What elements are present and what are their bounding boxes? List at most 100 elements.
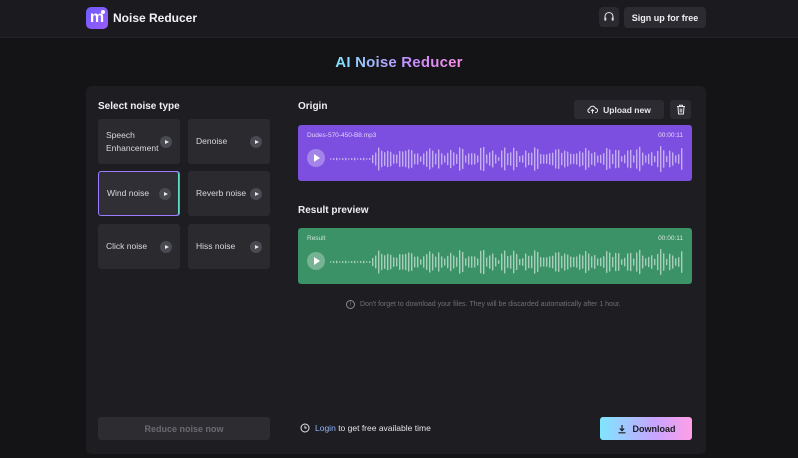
noise-type-speech-enhancement[interactable]: Speech Enhancement: [98, 119, 180, 164]
waveform-bar: [657, 253, 659, 271]
waveform-bar: [654, 258, 656, 266]
delete-button[interactable]: [670, 100, 691, 119]
waveform-bar: [351, 260, 353, 264]
origin-play-button[interactable]: [307, 149, 325, 167]
waveform-bar: [525, 253, 527, 271]
waveform-bar: [534, 250, 536, 274]
play-preview-icon[interactable]: [159, 187, 171, 200]
waveform-bar: [411, 253, 413, 271]
waveform-bar: [576, 256, 578, 268]
waveform-bar: [474, 256, 476, 268]
waveform-bar: [381, 150, 383, 168]
waveform-bar: [402, 254, 404, 270]
result-waveform[interactable]: [330, 248, 684, 276]
reduce-noise-button[interactable]: Reduce noise now: [98, 417, 270, 440]
waveform-bar: [561, 255, 563, 269]
result-audio-player[interactable]: Result 00:00:11: [298, 228, 692, 284]
waveform-bar: [498, 157, 500, 161]
waveform-bar: [675, 155, 677, 163]
waveform-bar: [471, 256, 473, 268]
waveform-bar: [426, 150, 428, 168]
download-button[interactable]: Download: [600, 417, 692, 440]
waveform-bar: [462, 251, 464, 273]
waveform-bar: [342, 157, 344, 161]
waveform-bar: [522, 258, 524, 266]
origin-duration: 00:00:11: [658, 132, 683, 139]
waveform-bar: [342, 260, 344, 264]
origin-audio-player[interactable]: Dudes-570-450-B8.mp3 00:00:11: [298, 125, 692, 181]
waveform-bar: [495, 154, 497, 164]
play-preview-icon[interactable]: [160, 135, 172, 148]
origin-waveform[interactable]: [330, 145, 684, 173]
waveform-bar: [465, 258, 467, 266]
waveform-bar: [615, 149, 617, 169]
noise-type-hiss-noise[interactable]: Hiss noise: [188, 224, 270, 269]
upload-new-label: Upload new: [603, 104, 651, 115]
waveform-bar: [477, 258, 479, 266]
clock-icon: [300, 423, 310, 433]
play-preview-icon[interactable]: [250, 240, 262, 253]
download-icon: [618, 424, 625, 433]
waveform-bar: [420, 259, 422, 265]
waveform-bar: [390, 151, 392, 167]
waveform-bar: [492, 150, 494, 168]
waveform-bar: [414, 153, 416, 165]
noise-type-wind-noise[interactable]: Wind noise: [98, 171, 180, 216]
waveform-bar: [609, 252, 611, 272]
upload-new-button[interactable]: Upload new: [574, 100, 664, 119]
waveform-bar: [537, 251, 539, 273]
waveform-bar: [543, 257, 545, 267]
app-title[interactable]: Noise Reducer: [113, 11, 197, 25]
waveform-bar: [624, 154, 626, 164]
waveform-bar: [378, 147, 380, 171]
waveform-bar: [534, 147, 536, 171]
waveform-bar: [456, 154, 458, 164]
waveform-bar: [429, 251, 431, 273]
waveform-bar: [660, 249, 662, 275]
noise-type-reverb-noise[interactable]: Reverb noise: [188, 171, 270, 216]
noise-type-denoise[interactable]: Denoise: [188, 119, 270, 164]
waveform-bar: [681, 148, 683, 170]
waveform-bar: [594, 254, 596, 270]
waveform-bar: [528, 152, 530, 166]
waveform-bar: [363, 157, 365, 161]
waveform-bar: [384, 255, 386, 269]
waveform-bar: [588, 150, 590, 168]
waveform-bar: [621, 156, 623, 162]
play-preview-icon[interactable]: [160, 240, 172, 253]
noise-type-label: Denoise: [196, 136, 228, 146]
headset-support-button[interactable]: [599, 7, 619, 27]
waveform-bar: [555, 252, 557, 272]
waveform-bar: [369, 260, 371, 264]
waveform-bar: [450, 252, 452, 272]
waveform-bar: [333, 157, 335, 161]
download-notice: ! Don't forget to download your files. T…: [346, 300, 621, 309]
login-link[interactable]: Login: [315, 423, 336, 433]
play-preview-icon[interactable]: [250, 187, 262, 200]
waveform-bar: [558, 149, 560, 169]
waveform-bar: [330, 158, 332, 160]
waveform-bar: [585, 250, 587, 274]
waveform-bar: [348, 261, 350, 263]
play-preview-icon[interactable]: [250, 135, 262, 148]
waveform-bar: [540, 154, 542, 164]
signup-button[interactable]: Sign up for free: [624, 7, 706, 28]
waveform-bar: [522, 155, 524, 163]
info-icon: !: [346, 300, 355, 309]
waveform-bar: [651, 152, 653, 166]
waveform-bar: [573, 153, 575, 165]
noise-type-click-noise[interactable]: Click noise: [98, 224, 180, 269]
waveform-bar: [633, 258, 635, 266]
waveform-bar: [570, 256, 572, 268]
top-bar: m Noise Reducer Sign up for free: [0, 0, 798, 38]
result-play-button[interactable]: [307, 252, 325, 270]
waveform-bar: [468, 153, 470, 165]
waveform-bar: [558, 252, 560, 272]
waveform-bar: [603, 256, 605, 268]
app-logo-icon[interactable]: m: [86, 7, 108, 29]
waveform-bar: [336, 260, 338, 264]
waveform-bar: [369, 157, 371, 161]
waveform-bar: [438, 252, 440, 272]
login-prompt: Login to get free available time: [300, 423, 431, 433]
waveform-bar: [591, 256, 593, 268]
